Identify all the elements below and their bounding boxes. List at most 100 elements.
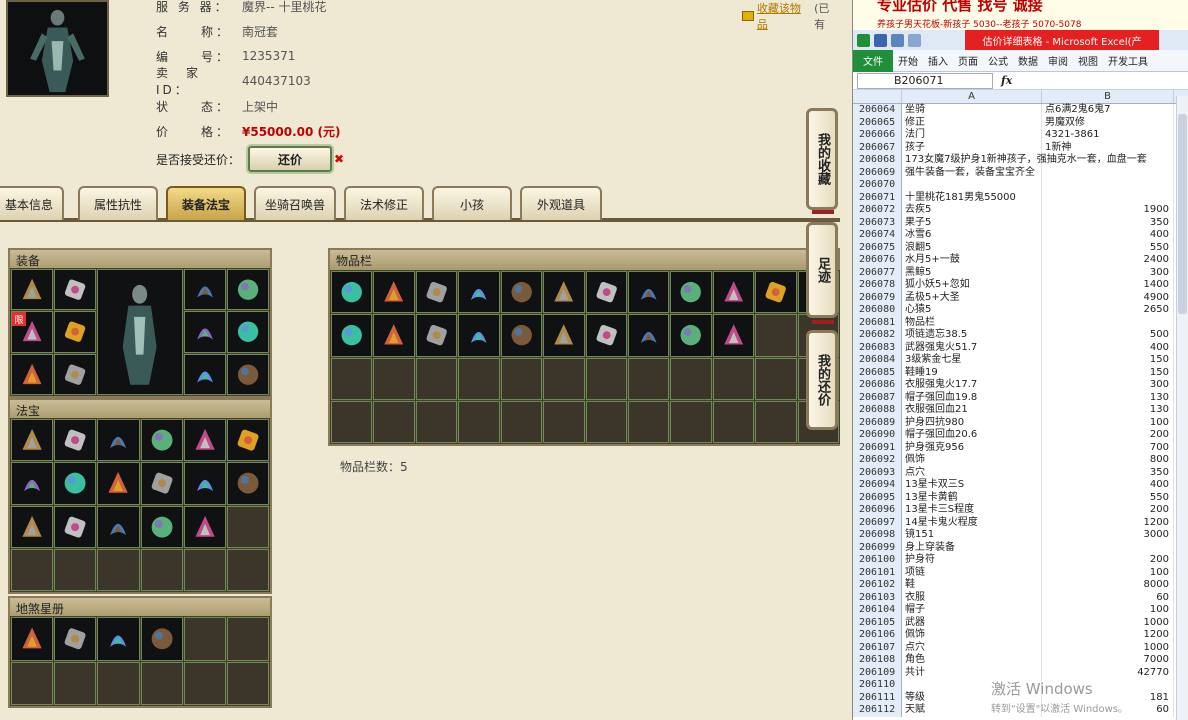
redo-icon[interactable] [908,33,921,47]
row-number[interactable]: 206097 [853,516,902,529]
treasure-item-slot[interactable] [54,462,97,505]
inventory-empty-slot[interactable] [415,357,458,400]
cell-b[interactable]: 400 [1042,229,1174,242]
favorite-link[interactable]: 收藏该物品 [757,0,811,32]
cell-a[interactable]: 十里桃花181男鬼55000 [902,191,1042,204]
tab-spell-correction[interactable]: 法术修正 [344,186,424,220]
treasure-item-slot[interactable] [97,419,140,462]
cell-b[interactable] [1042,166,1174,179]
treasure-item-slot[interactable] [11,462,54,505]
cell-b[interactable]: 1200 [1042,629,1174,642]
ribbon-tab-insert[interactable]: 插入 [923,53,953,68]
row-number[interactable]: 206104 [853,604,902,617]
cell-a[interactable]: 13星卡三S程度 [902,504,1042,517]
cell-a[interactable]: 衣服强回血21 [902,404,1042,417]
inventory-empty-slot[interactable] [755,314,797,357]
treasure-item-slot[interactable] [140,419,183,462]
undo-icon[interactable] [891,33,904,47]
cell-a[interactable]: 点穴 [902,466,1042,479]
ribbon-tab-view[interactable]: 视图 [1073,53,1103,68]
star-card-item-slot[interactable] [54,617,97,661]
treasure-item-slot[interactable] [97,505,140,548]
cell-b[interactable]: 100 [1042,604,1174,617]
cell-a[interactable]: 镜151 [902,529,1042,542]
star-card-empty-slot[interactable] [183,661,226,705]
tab-mounts-pets[interactable]: 坐骑召唤兽 [254,186,336,220]
cell-b[interactable]: 800 [1042,454,1174,467]
cell-b[interactable]: 300 [1042,266,1174,279]
star-card-item-slot[interactable] [97,617,140,661]
cell-a[interactable]: 果子5 [902,216,1042,229]
row-number[interactable]: 206088 [853,404,902,417]
row-number[interactable]: 206087 [853,391,902,404]
cell-a[interactable]: 鞋睡19 [902,366,1042,379]
inventory-empty-slot[interactable] [627,400,670,443]
row-number[interactable]: 206070 [853,179,902,192]
cell-b[interactable]: 1000 [1042,616,1174,629]
cell-b[interactable]: 1200 [1042,516,1174,529]
cell-a[interactable]: 佩饰 [902,454,1042,467]
cell-b[interactable]: 7000 [1042,654,1174,667]
cell-b[interactable]: 130 [1042,404,1174,417]
cell-a[interactable]: 身上穿装备 [902,541,1042,554]
cell-b[interactable]: 400 [1042,341,1174,354]
inventory-empty-slot[interactable] [585,400,627,443]
inventory-item-slot[interactable] [458,271,500,314]
treasure-item-slot[interactable] [183,419,226,462]
inventory-item-slot[interactable] [331,271,373,314]
treasure-item-slot[interactable] [11,505,54,548]
cell-a[interactable]: 护身强克956 [902,441,1042,454]
row-number[interactable]: 206108 [853,654,902,667]
footprint-button[interactable]: 足迹 [806,222,838,318]
scrollbar-thumb[interactable] [1178,114,1187,314]
row-number[interactable]: 206073 [853,216,902,229]
ribbon-tab-home[interactable]: 开始 [893,53,923,68]
equipment-item-slot[interactable] [54,353,97,395]
cell-a[interactable]: 173女魔7级护身1新神孩子，强抽克水一套，血盘一套 [902,154,1147,167]
cell-a[interactable]: 冰雪6 [902,229,1042,242]
equipment-item-slot[interactable] [54,311,97,353]
row-number[interactable]: 206066 [853,129,902,142]
tab-child[interactable]: 小孩 [432,186,512,220]
inventory-item-slot[interactable] [500,314,543,357]
star-card-empty-slot[interactable] [97,661,140,705]
ribbon-tab-review[interactable]: 审阅 [1043,53,1073,68]
row-number[interactable]: 206077 [853,266,902,279]
inventory-empty-slot[interactable] [585,357,627,400]
tab-appearance[interactable]: 外观道具 [520,186,602,220]
inventory-item-slot[interactable] [415,314,458,357]
cell-b[interactable]: 150 [1042,366,1174,379]
cell-b[interactable]: 200 [1042,429,1174,442]
equipment-item-slot[interactable] [11,353,54,395]
equipment-item-slot[interactable] [226,353,269,395]
my-favorites-button[interactable]: 我的收藏 [806,108,838,210]
treasure-empty-slot[interactable] [11,548,54,591]
equipment-item-slot[interactable] [54,269,97,311]
cell-b[interactable]: 550 [1042,491,1174,504]
cell-a[interactable]: 水月5+一鼓 [902,254,1042,267]
inventory-empty-slot[interactable] [373,400,415,443]
cell-a[interactable]: 心猿5 [902,304,1042,317]
cell-a[interactable]: 帽子强回血19.8 [902,391,1042,404]
cell-a[interactable]: 帽子强回血20.6 [902,429,1042,442]
treasure-item-slot[interactable] [97,462,140,505]
star-card-empty-slot[interactable] [226,661,269,705]
row-number[interactable]: 206068 [853,154,902,167]
inventory-item-slot[interactable] [500,271,543,314]
cell-b[interactable]: 200 [1042,554,1174,567]
cell-a[interactable]: 武器强鬼火51.7 [902,341,1042,354]
treasure-empty-slot[interactable] [183,548,226,591]
save-icon[interactable] [874,33,887,47]
inventory-item-slot[interactable] [627,271,670,314]
inventory-item-slot[interactable] [373,314,415,357]
cell-a[interactable]: 14星卡鬼火程度 [902,516,1042,529]
cell-a[interactable]: 孩子 [902,141,1042,154]
cell-a[interactable]: 衣服 [902,591,1042,604]
inventory-item-slot[interactable] [331,314,373,357]
row-number[interactable]: 206105 [853,616,902,629]
row-number[interactable]: 206109 [853,666,902,679]
cell-a[interactable]: 衣服强鬼火17.7 [902,379,1042,392]
inventory-item-slot[interactable] [670,314,712,357]
row-number[interactable]: 206084 [853,354,902,367]
cell-a[interactable]: 13星卡黄鹤 [902,491,1042,504]
